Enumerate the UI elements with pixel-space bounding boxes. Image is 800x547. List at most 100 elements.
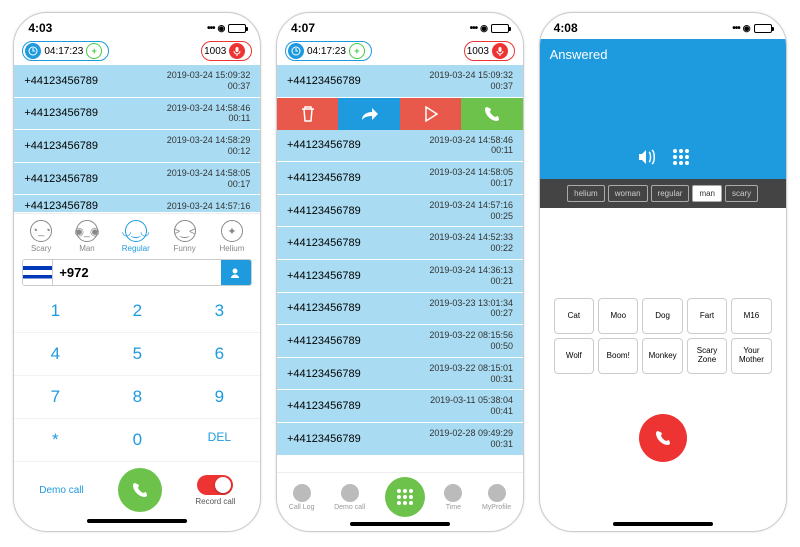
battery-icon xyxy=(491,24,509,33)
battery-icon xyxy=(754,24,772,33)
add-time-icon[interactable]: + xyxy=(349,43,365,59)
voice-chip-scary[interactable]: scary xyxy=(725,185,758,202)
call-log-row[interactable]: +441234567892019-02-28 09:49:2900:31 xyxy=(277,423,523,456)
tab-dial[interactable] xyxy=(385,477,425,517)
sound-button-cat[interactable]: Cat xyxy=(554,298,594,334)
sound-button-boom-[interactable]: Boom! xyxy=(598,338,638,374)
key-6[interactable]: 6 xyxy=(178,333,260,376)
call-timestamp: 2019-03-22 08:15:5600:50 xyxy=(429,330,513,352)
call-number: +44123456789 xyxy=(287,302,361,314)
clock: 4:08 xyxy=(554,21,578,35)
key-2[interactable]: 2 xyxy=(96,290,178,333)
call-log-row[interactable]: +441234567892019-03-24 15:09:3200:37 xyxy=(14,65,260,98)
call-log-row[interactable]: +441234567892019-03-24 14:58:0500:17 xyxy=(277,162,523,195)
key-4[interactable]: 4 xyxy=(14,333,96,376)
add-time-icon[interactable]: + xyxy=(86,43,102,59)
key-0[interactable]: 0 xyxy=(96,419,178,462)
timer-pill[interactable]: 04:17:23 + xyxy=(285,41,372,61)
key-*[interactable]: * xyxy=(14,419,96,462)
voice-chip-woman[interactable]: woman xyxy=(608,185,648,202)
call-timestamp: 2019-03-24 15:09:3200:37 xyxy=(429,70,513,92)
voice-option-helium[interactable]: ✦Helium xyxy=(220,220,245,253)
voice-chip-man[interactable]: man xyxy=(692,185,722,202)
voice-label: Helium xyxy=(220,244,245,253)
status-icons xyxy=(732,23,771,34)
call-log-row[interactable]: +441234567892019-03-22 08:15:5600:50 xyxy=(277,325,523,358)
wifi-icon xyxy=(217,23,225,34)
hangup-button[interactable] xyxy=(639,414,687,462)
voice-chip-helium[interactable]: helium xyxy=(567,185,605,202)
call-status-panel: Answered xyxy=(540,39,786,179)
signal-icon xyxy=(470,23,478,34)
timer-pill[interactable]: 04:17:23 + xyxy=(22,41,109,61)
call-log-row[interactable]: +441234567892019-03-23 13:01:3400:27 xyxy=(277,293,523,326)
voice-option-man[interactable]: ◉_◉Man xyxy=(76,220,98,253)
sound-button-your-mother[interactable]: Your Mother xyxy=(731,338,771,374)
contacts-button[interactable] xyxy=(221,260,251,285)
sound-button-moo[interactable]: Moo xyxy=(598,298,638,334)
voice-option-funny[interactable]: >‿<Funny xyxy=(174,220,196,253)
key-3[interactable]: 3 xyxy=(178,290,260,333)
record-toggle[interactable]: Record call xyxy=(195,475,235,506)
tab-label: MyProfile xyxy=(482,504,511,511)
keypad-button[interactable] xyxy=(673,149,689,165)
sound-button-fart[interactable]: Fart xyxy=(687,298,727,334)
phone-screen-active-call: 4:08 Answered heliumwomanregularmanscary… xyxy=(539,12,787,532)
call-log-row[interactable]: +441234567892019-03-24 14:57:16 xyxy=(14,195,260,213)
tab-time[interactable]: Time xyxy=(444,484,462,511)
tab-label: Time xyxy=(446,504,461,511)
key-5[interactable]: 5 xyxy=(96,333,178,376)
voice-option-regular[interactable]: ◡‿◡Regular xyxy=(122,220,150,253)
call-number: +44123456789 xyxy=(24,140,98,152)
delete-button[interactable] xyxy=(277,98,339,130)
timer-value: 04:17:23 xyxy=(44,46,83,57)
call-timestamp: 2019-03-24 14:58:2900:12 xyxy=(167,135,251,157)
sound-button-monkey[interactable]: Monkey xyxy=(642,338,682,374)
demo-call-button[interactable]: Demo call xyxy=(39,485,83,496)
toggle-switch-icon[interactable] xyxy=(197,475,233,495)
status-bar: 4:03 xyxy=(14,13,260,39)
call-log-row[interactable]: +441234567892019-03-24 14:58:0500:17 xyxy=(14,163,260,196)
call-log-row[interactable]: +441234567892019-03-24 14:58:4600:11 xyxy=(14,98,260,131)
phone-prefix[interactable]: +972 xyxy=(53,260,221,285)
call-timestamp: 2019-03-24 14:52:3300:22 xyxy=(429,232,513,254)
credits-pill[interactable]: 1003 xyxy=(201,41,252,61)
signal-icon xyxy=(732,23,740,34)
sound-button-wolf[interactable]: Wolf xyxy=(554,338,594,374)
home-indicator[interactable] xyxy=(350,522,450,526)
tab-myprofile[interactable]: MyProfile xyxy=(482,484,511,511)
call-back-button[interactable] xyxy=(461,98,523,130)
key-7[interactable]: 7 xyxy=(14,376,96,419)
share-button[interactable] xyxy=(338,98,400,130)
key-9[interactable]: 9 xyxy=(178,376,260,419)
home-indicator[interactable] xyxy=(613,522,713,526)
call-log-row[interactable]: +441234567892019-03-24 14:58:4600:11 xyxy=(277,130,523,163)
voice-chip-regular[interactable]: regular xyxy=(651,185,690,202)
mic-icon xyxy=(492,43,508,59)
tab-call-log[interactable]: Call Log xyxy=(289,484,315,511)
speaker-button[interactable] xyxy=(637,147,659,167)
call-log-row[interactable]: +441234567892019-03-11 05:38:0400:41 xyxy=(277,390,523,423)
call-log-row[interactable]: +441234567892019-03-24 14:52:3300:22 xyxy=(277,227,523,260)
key-DEL[interactable]: DEL xyxy=(178,419,260,462)
sound-button-dog[interactable]: Dog xyxy=(642,298,682,334)
play-button[interactable] xyxy=(400,98,462,130)
sound-button-scary-zone[interactable]: Scary Zone xyxy=(687,338,727,374)
country-flag-button[interactable] xyxy=(23,260,53,285)
call-number: +44123456789 xyxy=(24,200,98,212)
call-log-row[interactable]: +441234567892019-03-24 14:36:1300:21 xyxy=(277,260,523,293)
tab-demo-call[interactable]: Demo call xyxy=(334,484,365,511)
keypad: 123 456 789 *0DEL xyxy=(14,290,260,462)
voice-option-scary[interactable]: ◔_◔Scary xyxy=(30,220,52,253)
home-indicator[interactable] xyxy=(87,519,187,523)
call-log-row[interactable]: +44123456789 2019-03-24 14:58:2900:12 xyxy=(14,130,260,163)
key-1[interactable]: 1 xyxy=(14,290,96,333)
key-8[interactable]: 8 xyxy=(96,376,178,419)
call-number: +44123456789 xyxy=(24,75,98,87)
call-log-row[interactable]: +441234567892019-03-24 15:09:3200:37 xyxy=(277,65,523,98)
sound-button-m16[interactable]: M16 xyxy=(731,298,771,334)
call-button[interactable] xyxy=(118,468,162,512)
call-log-row[interactable]: +441234567892019-03-22 08:15:0100:31 xyxy=(277,358,523,391)
call-log-row[interactable]: +441234567892019-03-24 14:57:1600:25 xyxy=(277,195,523,228)
credits-pill[interactable]: 1003 xyxy=(464,41,515,61)
